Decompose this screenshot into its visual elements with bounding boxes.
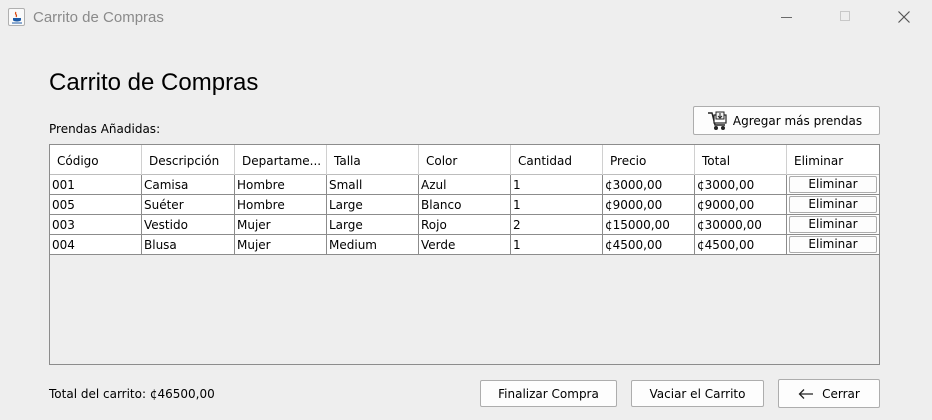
remove-item-button[interactable]: Eliminar xyxy=(789,216,877,233)
table-row[interactable]: 001 Camisa Hombre Small Azul 1 ¢3000,00 … xyxy=(50,175,879,195)
cell-cantidad: 1 xyxy=(511,195,603,215)
cell-talla: Small xyxy=(327,175,419,195)
window-close-button[interactable] xyxy=(880,0,926,34)
table-row[interactable]: 004 Blusa Mujer Medium Verde 1 ¢4500,00 … xyxy=(50,235,879,255)
cell-descripcion: Vestido xyxy=(142,215,235,235)
minimize-button[interactable] xyxy=(764,0,810,34)
java-cup-icon xyxy=(8,8,25,26)
cart-table[interactable]: Código Descripción Departame... Talla Co… xyxy=(49,144,880,365)
close-button[interactable]: Cerrar xyxy=(778,379,880,408)
cell-talla: Large xyxy=(327,215,419,235)
window-title: Carrito de Compras xyxy=(33,9,164,26)
cell-descripcion: Blusa xyxy=(142,235,235,255)
cell-descripcion: Camisa xyxy=(142,175,235,195)
header-talla[interactable]: Talla xyxy=(327,145,419,175)
minimize-icon xyxy=(781,17,792,18)
cell-cantidad: 1 xyxy=(511,175,603,195)
add-more-items-label: Agregar más prendas xyxy=(732,113,863,128)
header-codigo[interactable]: Código xyxy=(50,145,142,175)
finalize-purchase-button[interactable]: Finalizar Compra xyxy=(480,380,617,407)
cell-precio: ¢15000,00 xyxy=(603,215,695,235)
items-label: Prendas Añadidas: xyxy=(49,122,161,136)
arrow-left-icon xyxy=(798,388,814,399)
add-more-items-button[interactable]: Agregar más prendas xyxy=(693,106,880,135)
cell-color: Blanco xyxy=(419,195,511,215)
cell-precio: ¢9000,00 xyxy=(603,195,695,215)
remove-item-button[interactable]: Eliminar xyxy=(789,176,877,193)
header-cantidad[interactable]: Cantidad xyxy=(511,145,603,175)
header-eliminar[interactable]: Eliminar xyxy=(787,145,879,175)
remove-item-button[interactable]: Eliminar xyxy=(789,196,877,213)
header-descripcion[interactable]: Descripción xyxy=(142,145,235,175)
cell-total: ¢4500,00 xyxy=(695,235,787,255)
cell-precio: ¢4500,00 xyxy=(603,235,695,255)
cell-total: ¢30000,00 xyxy=(695,215,787,235)
cell-cantidad: 2 xyxy=(511,215,603,235)
cell-total: ¢3000,00 xyxy=(695,175,787,195)
cell-codigo: 001 xyxy=(50,175,142,195)
cell-departamento: Mujer xyxy=(235,235,327,255)
table-row[interactable]: 003 Vestido Mujer Large Rojo 2 ¢15000,00… xyxy=(50,215,879,235)
cell-color: Verde xyxy=(419,235,511,255)
close-label: Cerrar xyxy=(822,386,860,401)
cell-descripcion: Suéter xyxy=(142,195,235,215)
table-header: Código Descripción Departame... Talla Co… xyxy=(50,145,879,175)
header-precio[interactable]: Precio xyxy=(603,145,695,175)
maximize-button[interactable] xyxy=(822,0,868,34)
cell-codigo: 004 xyxy=(50,235,142,255)
cell-departamento: Mujer xyxy=(235,215,327,235)
cell-color: Rojo xyxy=(419,215,511,235)
cell-departamento: Hombre xyxy=(235,175,327,195)
cell-talla: Large xyxy=(327,195,419,215)
title-bar: Carrito de Compras xyxy=(0,0,932,36)
header-color[interactable]: Color xyxy=(419,145,511,175)
cell-codigo: 005 xyxy=(50,195,142,215)
header-departamento[interactable]: Departame... xyxy=(235,145,327,175)
cell-total: ¢9000,00 xyxy=(695,195,787,215)
cell-cantidad: 1 xyxy=(511,235,603,255)
cell-talla: Medium xyxy=(327,235,419,255)
clear-cart-label: Vaciar el Carrito xyxy=(649,386,746,401)
cell-precio: ¢3000,00 xyxy=(603,175,695,195)
cell-color: Azul xyxy=(419,175,511,195)
table-row[interactable]: 005 Suéter Hombre Large Blanco 1 ¢9000,0… xyxy=(50,195,879,215)
page-title: Carrito de Compras xyxy=(49,69,259,96)
cell-codigo: 003 xyxy=(50,215,142,235)
remove-item-button[interactable]: Eliminar xyxy=(789,236,877,253)
cell-departamento: Hombre xyxy=(235,195,327,215)
shopping-cart-icon xyxy=(707,111,727,130)
header-total[interactable]: Total xyxy=(695,145,787,175)
close-icon xyxy=(898,11,910,23)
finalize-purchase-label: Finalizar Compra xyxy=(498,386,599,401)
clear-cart-button[interactable]: Vaciar el Carrito xyxy=(631,380,764,407)
maximize-icon xyxy=(840,11,850,21)
cart-total: Total del carrito: ¢46500,00 xyxy=(49,387,215,401)
